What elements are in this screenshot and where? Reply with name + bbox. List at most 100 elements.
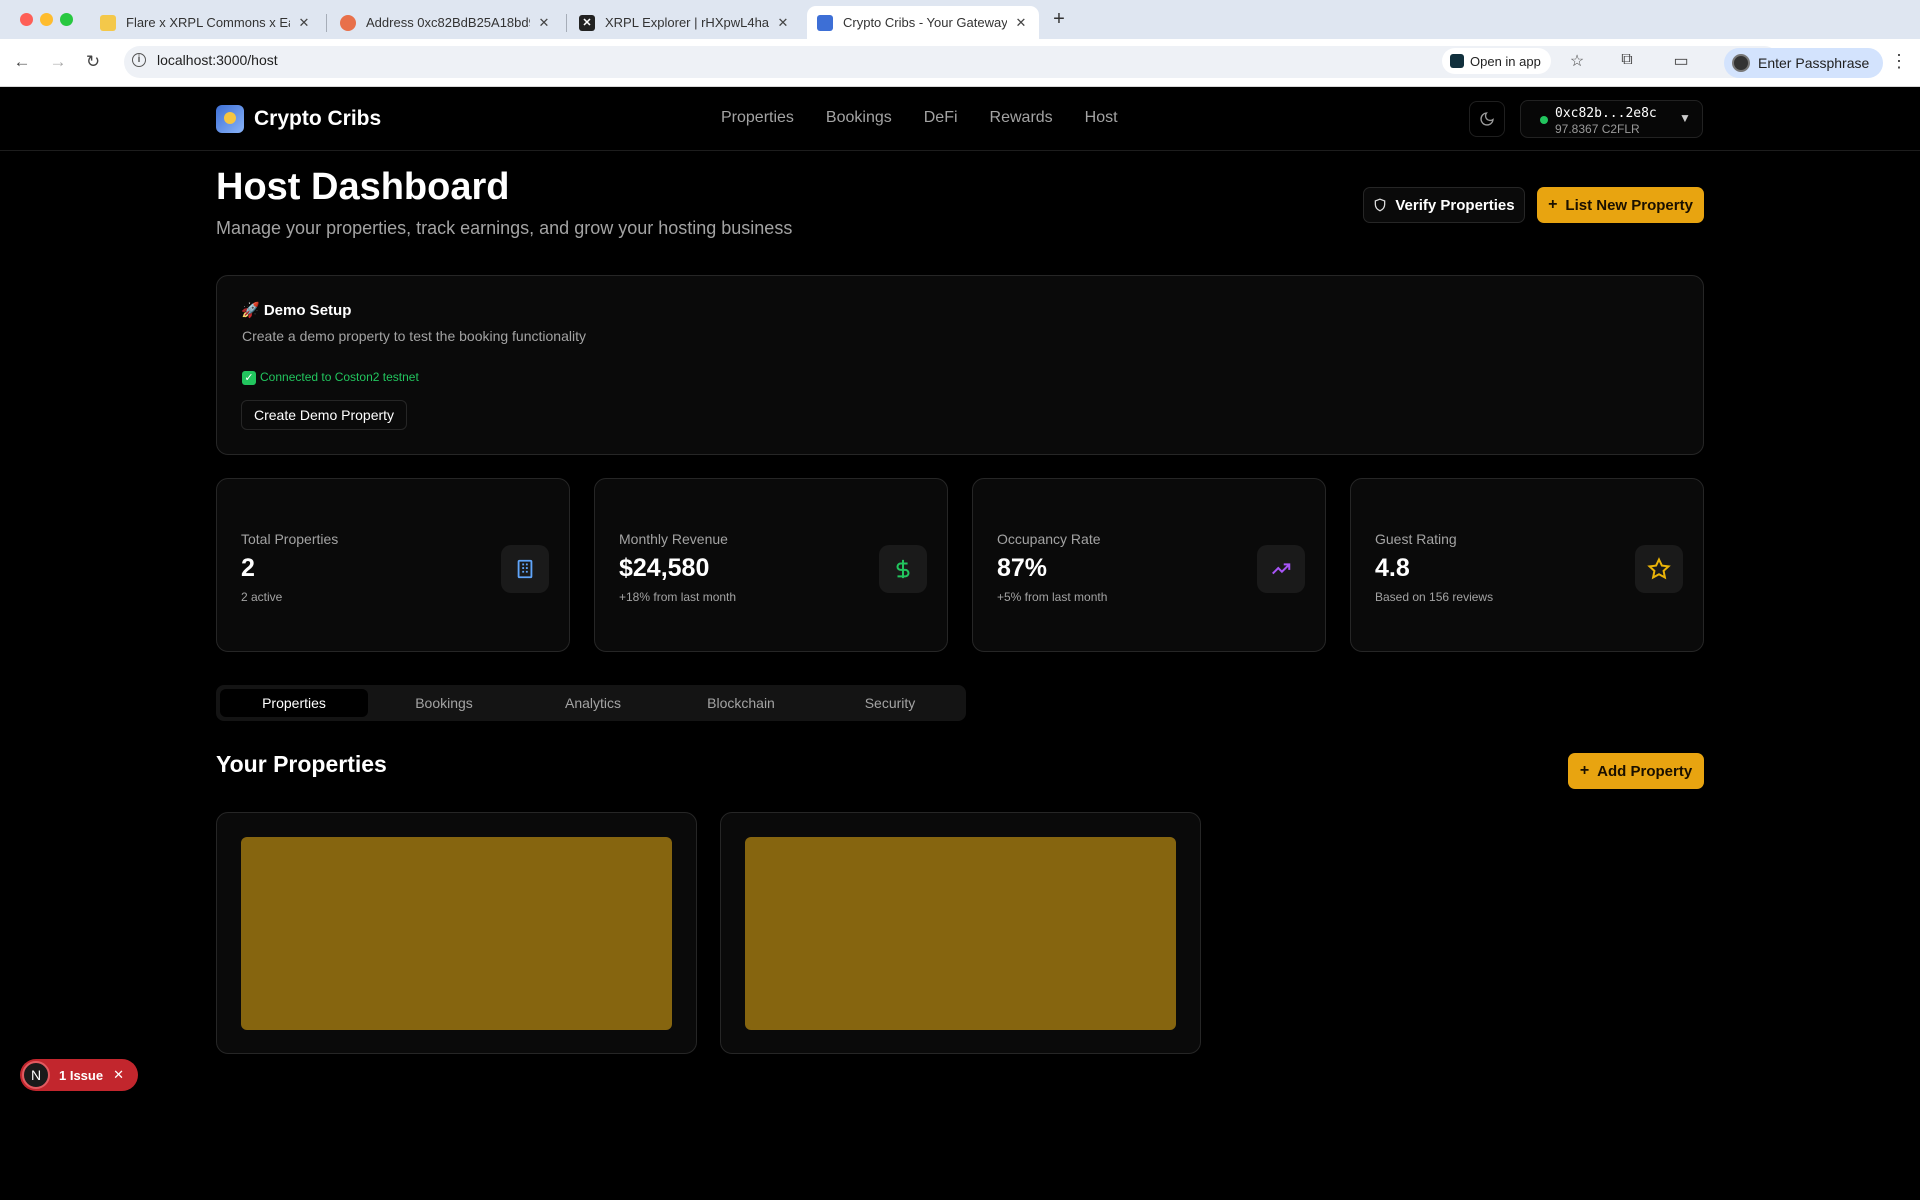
browser-toolbar: ← → ↻ i localhost:3000/host Open in app … (0, 39, 1920, 87)
stat-note: Based on 156 reviews (1375, 590, 1494, 604)
stat-card-total-properties: Total Properties 2 2 active (216, 478, 570, 652)
building-icon (501, 545, 549, 593)
url-text[interactable]: localhost:3000/host (157, 52, 278, 68)
wallet-address: 0xc82b...2e8c (1555, 106, 1657, 121)
tab-favicon-icon: ✕ (579, 14, 595, 31)
dollar-icon (879, 545, 927, 593)
stat-label: Total Properties (241, 531, 339, 547)
new-tab-button[interactable]: + (1048, 8, 1070, 31)
logo-icon (216, 105, 244, 133)
brand-name: Crypto Cribs (254, 107, 382, 130)
top-navigation: Crypto Cribs Properties Bookings DeFi Re… (0, 87, 1920, 151)
minimize-window-button[interactable] (40, 13, 53, 26)
property-image-placeholder (745, 837, 1176, 1030)
star-icon (1635, 545, 1683, 593)
dashboard-tabs: Properties Bookings Analytics Blockchain… (216, 685, 966, 721)
property-card[interactable] (720, 812, 1201, 1054)
add-property-button[interactable]: + Add Property (1568, 753, 1704, 789)
check-icon: ✓ (242, 371, 256, 385)
tab-blockchain[interactable]: Blockchain (667, 689, 815, 717)
close-tab-icon[interactable]: ✕ (296, 15, 312, 31)
close-tab-icon[interactable]: ✕ (775, 15, 791, 31)
browser-menu-icon[interactable]: ⋮ (1890, 51, 1908, 72)
wallet-button[interactable]: 0xc82b...2e8c 97.8367 C2FLR ▼ (1520, 100, 1703, 138)
tab-bookings[interactable]: Bookings (370, 689, 518, 717)
wallet-balance: 97.8367 C2FLR (1555, 122, 1640, 136)
verify-properties-button[interactable]: Verify Properties (1363, 187, 1525, 223)
plus-icon: + (1548, 196, 1558, 213)
connected-status-dot (1540, 116, 1548, 124)
shield-icon (1375, 198, 1386, 212)
stat-value: 4.8 (1375, 554, 1410, 582)
tab-title: XRPL Explorer | rHXpwL4haY (605, 15, 769, 30)
issues-count: 1 Issue (59, 1067, 104, 1083)
stat-label: Occupancy Rate (997, 531, 1101, 547)
main-menu: Properties Bookings DeFi Rewards Host (721, 109, 1150, 127)
stat-card-guest-rating: Guest Rating 4.8 Based on 156 reviews (1350, 478, 1704, 652)
tab-analytics[interactable]: Analytics (519, 689, 667, 717)
nav-link-defi[interactable]: DeFi (924, 109, 958, 127)
stat-value: $24,580 (619, 554, 710, 582)
list-new-property-button[interactable]: + List New Property (1537, 187, 1704, 223)
tab-favicon-icon (340, 14, 356, 31)
close-icon[interactable]: ✕ (113, 1067, 124, 1083)
tab-title: Flare x XRPL Commons x Eas (126, 15, 290, 30)
trending-up-icon (1257, 545, 1305, 593)
stat-label: Monthly Revenue (619, 531, 728, 547)
tab-properties[interactable]: Properties (220, 689, 368, 717)
property-card[interactable] (216, 812, 697, 1054)
tab-favicon-icon (817, 14, 833, 31)
plus-icon: + (1579, 762, 1590, 779)
page-subtitle: Manage your properties, track earnings, … (216, 218, 793, 238)
open-in-app-button[interactable]: Open in app (1442, 48, 1551, 74)
app-icon (1450, 54, 1464, 68)
stat-note: +5% from last month (997, 590, 1108, 604)
theme-toggle-button[interactable] (1469, 101, 1505, 137)
browser-tab[interactable]: Address 0xc82BdB25A18bd9 ✕ (330, 6, 562, 39)
browser-tab-bar: Flare x XRPL Commons x Eas ✕ Address 0xc… (0, 0, 1920, 39)
demo-setup-card: 🚀 Demo Setup Create a demo property to t… (216, 275, 1704, 455)
profile-button[interactable]: Enter Passphrase (1724, 48, 1884, 78)
stat-card-monthly-revenue: Monthly Revenue $24,580 +18% from last m… (594, 478, 948, 652)
stat-value: 87% (997, 554, 1048, 582)
connection-status: ✓ Connected to Coston2 testnet (242, 370, 419, 385)
stat-card-occupancy-rate: Occupancy Rate 87% +5% from last month (972, 478, 1326, 652)
tab-title: Address 0xc82BdB25A18bd9 (366, 15, 530, 30)
browser-tab[interactable]: ✕ XRPL Explorer | rHXpwL4haY ✕ (569, 6, 801, 39)
nav-link-bookings[interactable]: Bookings (826, 109, 892, 127)
nav-link-rewards[interactable]: Rewards (990, 109, 1053, 127)
stat-note: +18% from last month (619, 590, 737, 604)
close-tab-icon[interactable]: ✕ (536, 15, 552, 31)
maximize-window-button[interactable] (60, 13, 73, 26)
forward-arrow-icon[interactable]: → (47, 52, 69, 72)
profile-avatar-icon (1732, 54, 1750, 72)
chevron-down-icon: ▼ (1679, 111, 1691, 125)
property-image-placeholder (241, 837, 672, 1030)
create-demo-property-button[interactable]: Create Demo Property (241, 400, 408, 430)
stat-label: Guest Rating (1375, 531, 1457, 547)
page-title: Host Dashboard (216, 166, 510, 208)
app-root: Crypto Cribs Properties Bookings DeFi Re… (0, 87, 1920, 1200)
issues-badge[interactable]: N 1 Issue ✕ (20, 1059, 138, 1091)
reload-icon[interactable]: ↻ (82, 52, 104, 72)
demo-description: Create a demo property to test the booki… (242, 328, 586, 344)
bookmark-star-icon[interactable]: ☆ (1566, 51, 1588, 71)
close-window-button[interactable] (20, 13, 33, 26)
demo-title: 🚀 Demo Setup (241, 302, 352, 319)
stat-note: 2 active (241, 590, 283, 604)
site-info-icon[interactable]: i (132, 53, 146, 67)
nav-link-host[interactable]: Host (1085, 109, 1118, 127)
back-arrow-icon[interactable]: ← (11, 52, 33, 72)
moon-icon (1480, 112, 1494, 126)
tab-security[interactable]: Security (816, 689, 964, 717)
nav-link-properties[interactable]: Properties (721, 109, 794, 127)
close-tab-icon[interactable]: ✕ (1013, 15, 1029, 31)
tab-title: Crypto Cribs - Your Gateway (843, 15, 1007, 30)
browser-tab[interactable]: Flare x XRPL Commons x Eas ✕ (90, 6, 322, 39)
your-properties-heading: Your Properties (216, 751, 387, 777)
brand-link[interactable]: Crypto Cribs (216, 105, 381, 133)
stat-value: 2 (241, 554, 255, 582)
tab-search-icon[interactable]: ▭ (1670, 51, 1692, 71)
extensions-icon[interactable]: ⧉ (1616, 51, 1638, 69)
browser-tab-active[interactable]: Crypto Cribs - Your Gateway ✕ (807, 6, 1039, 39)
